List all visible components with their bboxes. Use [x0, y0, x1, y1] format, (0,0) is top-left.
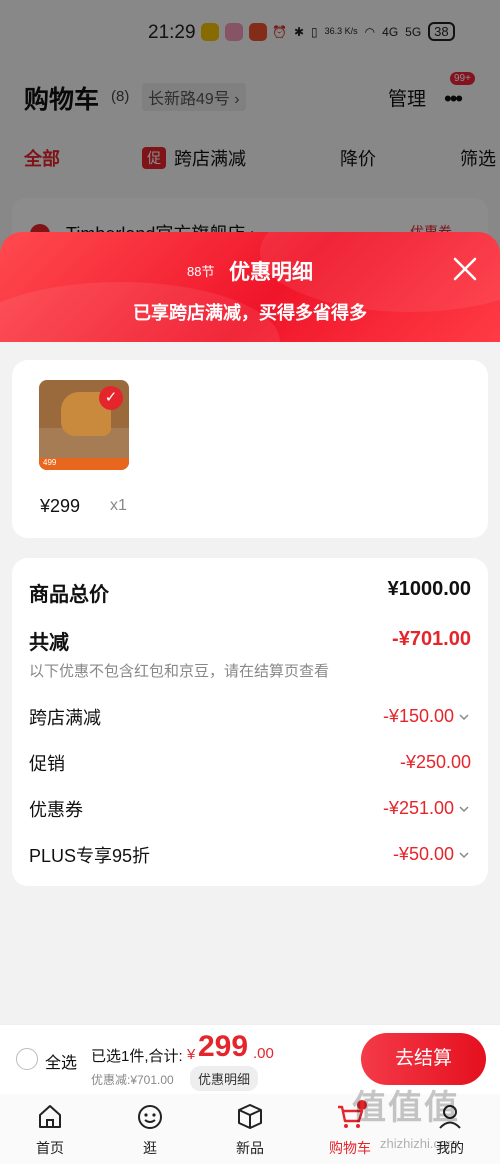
discount-row-value[interactable]: -¥150.00 [383, 706, 454, 727]
discount-detail-button[interactable]: 优惠明细 [190, 1066, 259, 1091]
discount-row-value[interactable]: -¥251.00 [383, 798, 454, 819]
close-icon[interactable] [452, 256, 478, 282]
home-icon [39, 1105, 61, 1128]
sheet-header: 88节 优惠明细 已享跨店满减，买得多省得多 [0, 232, 500, 342]
watermark: 值值值 [352, 1089, 460, 1127]
chevron-down-icon[interactable] [458, 711, 470, 723]
total-price-label: 商品总价 [29, 584, 109, 606]
nav-home[interactable]: 首页 [5, 1094, 95, 1164]
total-reduce-label: 共减 [29, 632, 69, 654]
chevron-down-icon[interactable] [458, 849, 470, 861]
nav-new[interactable]: 新品 [205, 1094, 295, 1164]
nav-label: 新品 [236, 1140, 264, 1156]
selected-info: 已选1件,合计: [91, 1048, 183, 1065]
discount-detail-card: 商品总价 ¥1000.00 共减 -¥701.00 以下优惠不包含红包和京豆，请… [12, 558, 488, 886]
watermark-url: zhizhizhi.com [380, 1136, 459, 1151]
check-badge-icon: ✓ [99, 386, 123, 410]
discount-row-value: -¥250.00 [399, 752, 471, 772]
chevron-down-icon[interactable] [458, 803, 470, 815]
discount-row-label: 优惠券 [29, 800, 83, 820]
sheet-subtitle: 已享跨店满减，买得多省得多 [133, 303, 367, 323]
checkout-button[interactable]: 去结算 [361, 1033, 486, 1085]
festival-tag: 88节 [187, 264, 215, 279]
discount-row-label: PLUS专享95折 [29, 846, 151, 866]
nav-label: 逛 [143, 1140, 157, 1156]
total-reduce-value: -¥701.00 [392, 628, 471, 650]
smiley-icon [138, 1105, 162, 1129]
discount-row-value[interactable]: -¥50.00 [393, 844, 454, 865]
sheet-title: 优惠明细 [228, 261, 313, 284]
box-icon [238, 1104, 262, 1129]
select-all-checkbox[interactable] [16, 1048, 38, 1070]
total-currency: ¥ [187, 1046, 196, 1063]
product-price: ¥299 [40, 496, 81, 516]
product-image[interactable]: ✓ 499 [39, 380, 129, 470]
select-all-label[interactable]: 全选 [45, 1049, 77, 1073]
sheet-body: ✓ 499 ¥299 x1 商品总价 ¥1000.00 共减 -¥701.00 … [0, 342, 500, 1024]
nav-label: 首页 [36, 1140, 64, 1156]
sheet-title-row: 88节 优惠明细 [0, 256, 500, 286]
reduce-note: 以下优惠不包含红包和京豆，请在结算页查看 [29, 663, 330, 680]
product-card: ✓ 499 ¥299 x1 [12, 360, 488, 538]
product-qty: x1 [110, 497, 127, 514]
discount-row-label: 跨店满减 [29, 708, 101, 728]
discount-info: 优惠减:¥701.00 [91, 1073, 174, 1087]
total-amount: 299 [198, 1030, 249, 1063]
total-decimal: .00 [253, 1045, 274, 1062]
total-price-value: ¥1000.00 [387, 578, 471, 600]
overlay-dim[interactable] [0, 0, 500, 260]
thumb-price: 499 [43, 458, 57, 467]
discount-row-label: 促销 [29, 754, 65, 774]
nav-browse[interactable]: 逛 [105, 1094, 195, 1164]
